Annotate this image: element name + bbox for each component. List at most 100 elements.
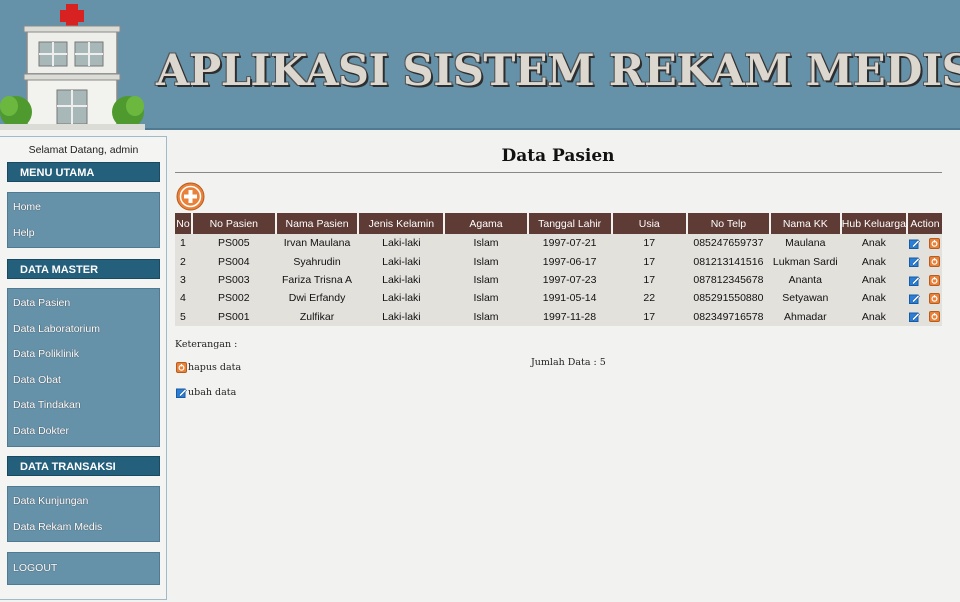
cell-no: 5 [175,307,192,326]
welcome-text: Selamat Datang, admin [28,144,139,156]
col-nama-pasien: Nama Pasien [275,213,360,234]
app-title: APLIKASI SISTEM REKAM MEDIS [156,46,960,96]
cell-nama-kk: Setyawan [769,289,841,308]
col-action: Action [906,213,942,234]
logout-button[interactable]: LOGOUT [8,556,159,582]
cell-nama-pasien: Dwi Erfandy [275,289,359,308]
sidebar-item-data-rekam-medis[interactable]: Data Rekam Medis [8,515,159,541]
pencil-edit-icon[interactable] [908,311,920,323]
keterangan-label: Keterangan : [175,339,238,350]
delete-icon[interactable] [928,256,940,268]
add-patient-button[interactable] [176,182,205,211]
data-master-heading: DATA MASTER [7,259,160,279]
cell-agama: Islam [444,252,528,271]
cell-agama: Islam [444,289,528,308]
table-row: 3 PS003 Fariza Trisna A Laki-laki Islam 1997-… [175,270,942,290]
table-row: 5 PS001 Zulfikar Laki-laki Islam 1997-11-28 17… [175,307,942,326]
cell-usia: 17 [611,270,687,290]
delete-icon[interactable] [928,274,940,286]
pencil-edit-icon[interactable] [908,293,920,305]
cell-usia: 22 [611,289,687,308]
data-transaksi-heading: DATA TRANSAKSI [7,456,160,476]
pencil-edit-icon[interactable] [908,238,920,249]
delete-icon[interactable] [928,311,940,323]
cell-no-telp: 081213141516 [686,252,770,271]
legend-hapus: hapus data [176,362,241,373]
table-row: 2 PS004 Syahrudin Laki-laki Islam 1997-06-17 1… [175,252,942,271]
data-transaksi-list: Data Kunjungan Data Rekam Medis [7,486,160,542]
cell-agama: Islam [444,270,528,290]
main-content: Data Pasien No No Pasien Nama Pasien Jen… [173,136,945,600]
cell-nama-pasien: Fariza Trisna A [275,270,359,290]
table-body: 1 PS005 Irvan Maulana Laki-laki Islam 1997-07… [175,234,942,326]
sidebar-item-data-kunjungan[interactable]: Data Kunjungan [8,489,159,515]
cell-jenis-kelamin: Laki-laki [358,289,445,308]
cell-no: 3 [175,270,192,290]
sidebar-item-data-tindakan[interactable]: Data Tindakan [8,393,159,419]
cell-action [906,234,942,253]
cell-action [906,270,942,290]
sidebar-item-home[interactable]: Home [8,195,159,221]
legend-ubah: ubah data [176,387,236,398]
col-jenis-kelamin: Jenis Kelamin [358,213,446,234]
cell-hub-keluarga: Anak [840,252,907,271]
cell-usia: 17 [611,252,687,271]
cell-action [906,252,942,271]
pencil-edit-icon[interactable] [908,275,920,286]
cell-tanggal-lahir: 1997-11-28 [527,307,612,326]
cell-hub-keluarga: Anak [840,234,907,253]
cell-no-telp: 082349716578 [686,307,770,326]
cell-usia: 17 [611,307,687,326]
sidebar-item-data-dokter[interactable]: Data Dokter [8,419,159,445]
col-no-pasien: No Pasien [191,213,277,234]
table-row: 4 PS002 Dwi Erfandy Laki-laki Islam 1991-05-1… [175,289,942,308]
col-no-telp: No Telp [686,213,771,234]
col-tanggal-lahir: Tanggal Lahir [527,213,613,234]
legend-ubah-label: ubah data [188,387,237,398]
cell-nama-kk: Maulana [769,234,841,253]
cell-no-pasien: PS001 [191,307,276,326]
delete-icon [176,362,187,373]
cell-nama-pasien: Zulfikar [275,307,359,326]
cell-hub-keluarga: Anak [840,270,907,290]
pencil-edit-icon[interactable] [908,256,920,268]
jumlah-data: Jumlah Data : 5 [531,357,606,368]
col-usia: Usia [611,213,688,234]
col-hub-keluarga: Hub Keluarga [840,213,908,234]
cell-no-telp: 087812345678 [686,270,770,290]
cell-no: 1 [175,234,192,253]
cell-jenis-kelamin: Laki-laki [358,234,445,253]
cell-no-pasien: PS004 [191,252,276,271]
cell-jenis-kelamin: Laki-laki [358,307,445,326]
delete-icon[interactable] [928,293,940,305]
cell-nama-pasien: Syahrudin [275,252,359,271]
sidebar-item-help[interactable]: Help [8,221,159,247]
cell-tanggal-lahir: 1997-06-17 [527,252,612,271]
cell-jenis-kelamin: Laki-laki [358,270,445,290]
cell-no-pasien: PS003 [191,270,276,290]
cell-nama-kk: Ahmadar [769,307,841,326]
cell-no-pasien: PS002 [191,289,276,308]
cell-jenis-kelamin: Laki-laki [358,252,445,271]
app-header: APLIKASI SISTEM REKAM MEDIS [0,0,960,130]
cell-no-pasien: PS005 [191,234,276,253]
cell-agama: Islam [444,234,528,253]
patient-table: No No Pasien Nama Pasien Jenis Kelamin A… [175,213,942,326]
cell-no: 2 [175,252,192,271]
col-agama: Agama [444,213,529,234]
sidebar-item-data-laboratorium[interactable]: Data Laboratorium [8,317,159,343]
menu-utama-list: Home Help [7,192,160,248]
table-row: 1 PS005 Irvan Maulana Laki-laki Islam 1997-07… [175,234,942,253]
sidebar: Selamat Datang, admin MENU UTAMA Home He… [0,136,167,600]
cell-nama-kk: Lukman Sardi [769,252,841,271]
logout-box: LOGOUT [7,552,160,585]
sidebar-item-data-pasien[interactable]: Data Pasien [8,291,159,317]
cell-hub-keluarga: Anak [840,307,907,326]
sidebar-item-data-poliklinik[interactable]: Data Poliklinik [8,342,159,368]
cell-no-telp: 085247659737 [686,234,770,253]
page-title: Data Pasien [501,146,615,166]
hospital-building-icon [0,4,145,130]
sidebar-item-data-obat[interactable]: Data Obat [8,368,159,394]
table-header-row: No No Pasien Nama Pasien Jenis Kelamin A… [175,213,942,234]
delete-icon[interactable] [928,237,940,249]
